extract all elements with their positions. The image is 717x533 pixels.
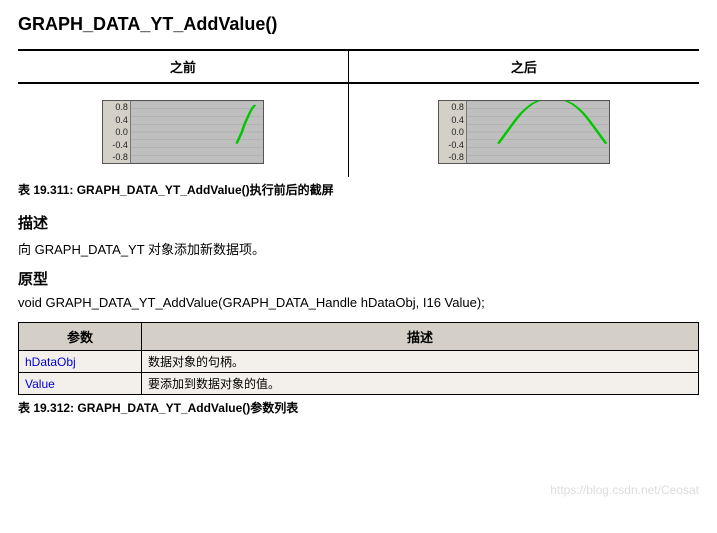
table-row: hDataObj 数据对象的句柄。 [19,351,699,373]
yticks-before: 0.8 0.4 0.0 -0.4 -0.8 [103,101,131,163]
desc-heading: 描述 [18,212,699,233]
proto-heading: 原型 [18,268,699,289]
desc-text: 向 GRAPH_DATA_YT 对象添加新数据项。 [18,239,699,258]
cell-before: 0.8 0.4 0.0 -0.4 -0.8 [18,83,348,177]
page-title: GRAPH_DATA_YT_AddValue() [18,14,699,35]
param-header-desc: 描述 [142,323,699,351]
param-header-name: 参数 [19,323,142,351]
proto-text: void GRAPH_DATA_YT_AddValue(GRAPH_DATA_H… [18,295,699,310]
caption-params: 表 19.312: GRAPH_DATA_YT_AddValue()参数列表 [18,399,699,416]
param-desc: 要添加到数据对象的值。 [142,373,699,395]
watermark: https://blog.csdn.net/Ceosat [550,483,699,497]
cell-after: 0.8 0.4 0.0 -0.4 -0.8 [348,83,699,177]
param-name: hDataObj [19,351,142,373]
table-row: Value 要添加到数据对象的值。 [19,373,699,395]
col-before-header: 之前 [18,50,348,83]
graph-after: 0.8 0.4 0.0 -0.4 -0.8 [438,100,610,164]
comparison-table: 之前 之后 0.8 0.4 0.0 -0.4 -0.8 0.8 0.4 0. [18,49,699,177]
caption-comparison: 表 19.311: GRAPH_DATA_YT_AddValue()执行前后的截… [18,181,699,198]
col-after-header: 之后 [348,50,699,83]
graph-before: 0.8 0.4 0.0 -0.4 -0.8 [102,100,264,164]
param-table: 参数 描述 hDataObj 数据对象的句柄。 Value 要添加到数据对象的值… [18,322,699,395]
param-name: Value [19,373,142,395]
param-desc: 数据对象的句柄。 [142,351,699,373]
yticks-after: 0.8 0.4 0.0 -0.4 -0.8 [439,101,467,163]
